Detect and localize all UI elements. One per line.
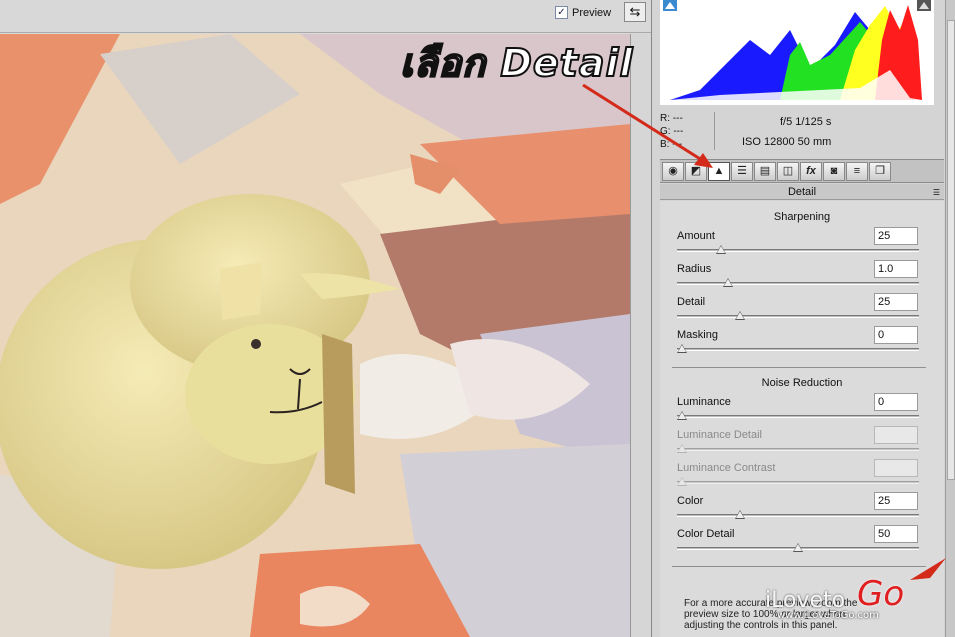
color-detail-slider[interactable]	[677, 543, 919, 552]
amount-slider-handle[interactable]	[716, 245, 727, 254]
presets-icon: ≡	[853, 165, 861, 177]
luminance-detail-field	[874, 426, 918, 444]
luminance-contrast-slider-handle	[677, 477, 687, 486]
section-divider	[672, 367, 926, 368]
split-toning-icon: ▤	[759, 165, 771, 177]
detail-field[interactable]: 25	[874, 293, 918, 311]
red-readout: R: ---	[660, 113, 683, 124]
watermark-logo: iLoveto Go www.iLoveToGo.com	[765, 574, 904, 621]
rgb-readout: R: --- G: --- B: ---	[660, 112, 683, 151]
tab-presets[interactable]: ≡	[846, 162, 868, 181]
color-label: Color	[677, 495, 704, 507]
luminance-detail-label: Luminance Detail	[677, 429, 762, 441]
shadow-clipping-warning-icon[interactable]	[663, 0, 677, 11]
amount-field[interactable]: 25	[874, 227, 918, 245]
detail-icon: ▲	[713, 165, 725, 177]
tab-snapshots[interactable]: ❐	[869, 162, 891, 181]
luminance-contrast-field	[874, 459, 918, 477]
image-info: R: --- G: --- B: --- f/5 1/125 s ISO 128…	[660, 110, 940, 154]
iso-focal-readout: ISO 12800 50 mm	[742, 136, 832, 148]
section-divider	[672, 566, 926, 567]
luminance-field[interactable]: 0	[874, 393, 918, 411]
detail-panel: Sharpening Amount 25 Radius 1.0 Detail 2…	[660, 201, 944, 637]
detail-slider[interactable]	[677, 311, 919, 320]
blue-readout: B: ---	[660, 139, 683, 150]
tab-split-toning[interactable]: ▤	[754, 162, 776, 181]
effects-icon: fx	[806, 165, 816, 177]
tab-lens-corrections[interactable]: ◫	[777, 162, 799, 181]
panel-menu-icon[interactable]: ☰	[933, 185, 940, 201]
highlight-clipping-warning-icon[interactable]	[917, 0, 931, 11]
luminance-label: Luminance	[677, 396, 731, 408]
masking-label: Masking	[677, 329, 718, 341]
masking-slider-handle[interactable]	[677, 344, 687, 353]
camera-calibration-icon: ◙	[830, 165, 838, 177]
radius-label: Radius	[677, 263, 712, 275]
aperture-shutter-readout: f/5 1/125 s	[780, 116, 832, 128]
luminance-contrast-label: Luminance Contrast	[677, 462, 776, 474]
preview-scrollbar[interactable]	[630, 34, 651, 637]
tutorial-caption: เลือก Detail	[399, 40, 634, 86]
tab-tone-curve[interactable]: ◩	[685, 162, 707, 181]
hsl-icon: ☰	[737, 165, 747, 177]
sheep-photo	[0, 34, 630, 637]
histogram-graph	[670, 5, 922, 100]
radius-slider[interactable]	[677, 278, 919, 287]
watermark-go: Go	[857, 574, 905, 614]
adjustments-panel: R: --- G: --- B: --- f/5 1/125 s ISO 128…	[651, 0, 955, 637]
luminance-contrast-slider	[677, 477, 919, 486]
green-readout: G: ---	[660, 126, 684, 137]
image-preview[interactable]	[0, 34, 630, 637]
color-slider-handle[interactable]	[735, 510, 745, 519]
panel-tabs: ◉ ◩ ▲ ☰ ▤ ◫ fx ◙ ≡ ❐	[660, 159, 944, 183]
luminance-slider[interactable]	[677, 411, 919, 420]
color-field[interactable]: 25	[874, 492, 918, 510]
tab-hsl[interactable]: ☰	[731, 162, 753, 181]
panel-scrollbar[interactable]	[945, 0, 955, 637]
detail-label: Detail	[677, 296, 706, 308]
masking-field[interactable]: 0	[874, 326, 918, 344]
snapshots-icon: ❐	[875, 165, 885, 177]
noise-reduction-heading: Noise Reduction	[761, 377, 843, 389]
toggle-fullscreen-button[interactable]: ⇆	[624, 2, 646, 22]
preview-toolbar: ✓ Preview ⇆	[0, 0, 651, 33]
radius-field[interactable]: 1.0	[874, 260, 918, 278]
expand-arrows-icon: ⇆	[629, 4, 641, 19]
preview-label: Preview	[572, 6, 612, 19]
color-detail-slider-handle[interactable]	[793, 543, 803, 552]
basic-icon: ◉	[668, 165, 678, 177]
panel-title-bar: Detail ☰	[660, 184, 944, 200]
panel-scrollbar-thumb[interactable]	[947, 20, 955, 480]
masking-slider[interactable]	[677, 344, 919, 353]
radius-slider-handle[interactable]	[723, 278, 734, 287]
preview-toggle[interactable]: ✓ Preview	[555, 6, 611, 19]
panel-title: Detail	[787, 186, 817, 198]
sharpening-heading: Sharpening	[773, 211, 831, 223]
color-detail-field[interactable]: 50	[874, 525, 918, 543]
tab-detail[interactable]: ▲	[708, 162, 730, 181]
lens-corrections-icon: ◫	[782, 165, 794, 177]
detail-slider-handle[interactable]	[735, 311, 745, 320]
histogram	[660, 0, 934, 105]
color-slider[interactable]	[677, 510, 919, 519]
amount-slider[interactable]	[677, 245, 919, 254]
tab-effects[interactable]: fx	[800, 162, 822, 181]
luminance-detail-slider	[677, 444, 919, 453]
tab-camera-calibration[interactable]: ◙	[823, 162, 845, 181]
preview-checkbox[interactable]: ✓	[555, 6, 568, 19]
watermark-url: www.iLoveToGo.com	[777, 610, 879, 621]
tab-basic[interactable]: ◉	[662, 162, 684, 181]
luminance-slider-handle[interactable]	[677, 411, 687, 420]
luminance-detail-slider-handle	[677, 444, 687, 453]
amount-label: Amount	[677, 230, 715, 242]
info-divider	[714, 112, 715, 150]
tone-curve-icon: ◩	[690, 165, 702, 177]
color-detail-label: Color Detail	[677, 528, 735, 540]
